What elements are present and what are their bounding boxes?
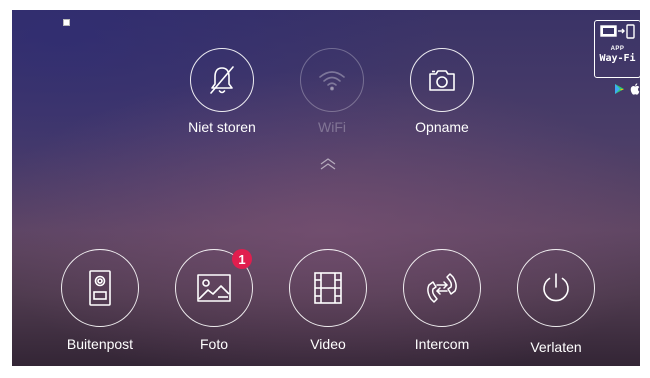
video-label: Video — [310, 336, 346, 352]
film-icon — [314, 272, 342, 304]
do-not-disturb-label: Niet storen — [188, 119, 256, 135]
wayfi-brand-text: Way-Fi — [599, 53, 636, 64]
door-station-button[interactable]: Buitenpost — [40, 249, 160, 352]
intercom-button[interactable]: Intercom — [382, 249, 502, 352]
power-icon — [543, 273, 569, 302]
intercom-label: Intercom — [414, 336, 470, 352]
wifi-icon — [319, 71, 345, 91]
do-not-disturb-button[interactable]: Niet storen — [162, 48, 282, 135]
intercom-icon — [427, 273, 457, 303]
door-station-circle — [61, 249, 139, 327]
record-circle — [410, 48, 474, 112]
video-button[interactable]: Video — [268, 249, 388, 352]
chevron-up-icon[interactable] — [319, 158, 337, 170]
photo-icon — [197, 274, 231, 302]
app-stores — [615, 83, 640, 95]
photo-label: Foto — [199, 336, 228, 352]
wifi-circle — [300, 48, 364, 112]
bell-off-icon — [210, 66, 234, 94]
do-not-disturb-circle — [190, 48, 254, 112]
camera-icon — [429, 70, 455, 91]
apple-icon[interactable] — [630, 83, 640, 95]
video-circle — [289, 249, 367, 327]
door-station-icon — [89, 270, 111, 306]
exit-circle — [517, 249, 595, 327]
wayfi-app-badge[interactable]: APP Way-Fi — [594, 20, 640, 78]
status-indicator — [63, 19, 70, 26]
exit-label: Verlaten — [530, 339, 582, 355]
monitor-to-phone-icon — [599, 24, 635, 39]
intercom-circle — [403, 249, 481, 327]
wifi-button: WiFi — [272, 48, 392, 135]
wayfi-app-text: APP — [610, 46, 625, 52]
photo-button[interactable]: Foto 1 — [154, 249, 274, 352]
door-station-label: Buitenpost — [66, 336, 134, 352]
photo-count-badge: 1 — [232, 249, 252, 269]
exit-button[interactable]: Verlaten — [496, 249, 616, 355]
wifi-label: WiFi — [318, 119, 346, 135]
google-play-icon[interactable] — [615, 84, 624, 94]
record-label: Opname — [415, 119, 469, 135]
home-screen: Niet storen WiFi Opname Buitenpost Foto … — [12, 10, 640, 366]
record-button[interactable]: Opname — [382, 48, 502, 135]
